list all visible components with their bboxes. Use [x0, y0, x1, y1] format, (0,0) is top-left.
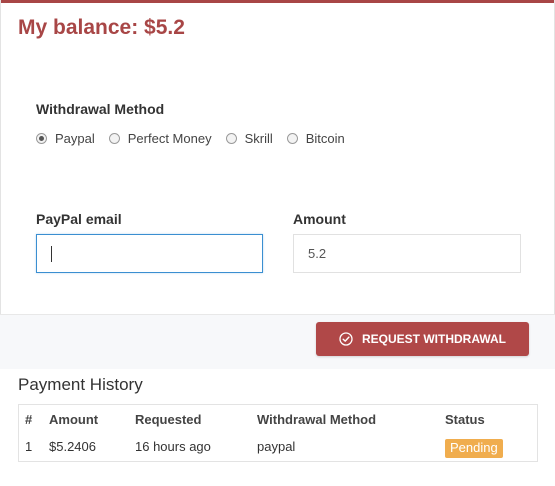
page-title: My balance: $5.2: [18, 16, 185, 39]
paypal-email-input[interactable]: [36, 234, 263, 273]
amount-input[interactable]: [293, 234, 521, 273]
payment-history-table: # Amount Requested Withdrawal Method Sta…: [18, 404, 538, 462]
table-row: 1 $5.2406 16 hours ago paypal Pending: [19, 434, 538, 462]
withdrawal-method-radio-group: Paypal Perfect Money Skrill Bitcoin: [36, 131, 359, 146]
radio-label-bitcoin: Bitcoin: [305, 131, 345, 146]
paypal-email-label: PayPal email: [36, 211, 122, 227]
radio-option-bitcoin[interactable]: Bitcoin: [286, 131, 345, 146]
row-number: 1: [25, 439, 33, 454]
radio-button-bitcoin[interactable]: [286, 133, 298, 144]
row-method: paypal: [257, 439, 296, 454]
radio-button-paypal[interactable]: [36, 133, 47, 144]
radio-label-perfect-money: Perfect Money: [127, 131, 212, 146]
row-status-cell: Pending: [445, 434, 538, 462]
text-cursor: [51, 246, 52, 262]
request-withdrawal-label: REQUEST WITHDRAWAL: [362, 332, 506, 346]
request-withdrawal-button[interactable]: REQUEST WITHDRAWAL: [316, 322, 529, 356]
row-amount: $5.2406: [49, 439, 96, 454]
radio-label-paypal: Paypal: [55, 131, 95, 146]
column-header-withdrawal-method: Withdrawal Method: [257, 412, 377, 427]
radio-button-skrill[interactable]: [225, 133, 237, 144]
radio-button-perfect-money[interactable]: [108, 133, 120, 144]
payment-history-title: Payment History: [18, 375, 143, 394]
radio-option-skrill[interactable]: Skrill: [225, 131, 273, 146]
column-header-number: #: [25, 412, 33, 427]
radio-option-paypal[interactable]: Paypal: [36, 131, 95, 146]
table-header-row: # Amount Requested Withdrawal Method Sta…: [19, 405, 538, 435]
row-requested: 16 hours ago: [135, 439, 211, 454]
column-header-status: Status: [445, 412, 485, 427]
status-badge: Pending: [445, 439, 503, 458]
radio-label-skrill: Skrill: [244, 131, 273, 146]
column-header-amount: Amount: [49, 412, 99, 427]
radio-option-perfect-money[interactable]: Perfect Money: [108, 131, 212, 146]
check-circle-icon: [339, 332, 353, 346]
column-header-requested: Requested: [135, 412, 202, 427]
amount-label: Amount: [293, 211, 346, 227]
withdrawal-method-label: Withdrawal Method: [36, 101, 165, 117]
